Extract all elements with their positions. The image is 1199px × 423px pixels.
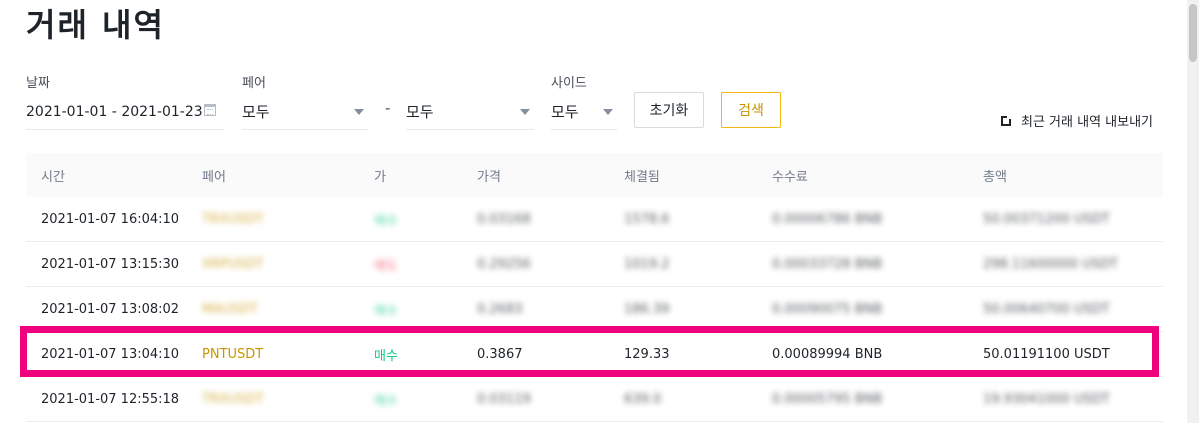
cell-fee: 0.00033728 BNB [772, 256, 883, 272]
trade-history-table: 시간 페어 가 가격 체결됨 수수료 총액 2021-01-07 16:04:1… [26, 153, 1163, 422]
external-link-icon [1001, 112, 1013, 126]
cell-total: 50.00640700 USDT [983, 301, 1110, 317]
cell-time: 2021-01-07 12:55:18 [41, 391, 180, 407]
header-pair[interactable]: 페어 [187, 166, 359, 185]
cell-fee: 0.00005795 BNB [772, 391, 883, 407]
page-title: 거래 내역 [26, 6, 165, 44]
scrollbar-thumb[interactable] [1189, 4, 1197, 62]
table-row-highlighted: 2021-01-07 13:04:10 PNTUSDT 매수 0.3867 12… [26, 332, 1163, 377]
pair-base-select[interactable]: 모두 [242, 94, 368, 130]
table-row: 2021-01-07 12:55:18 TRXUSDT 매수 0.03119 6… [26, 377, 1163, 422]
cell-side: 매수 [374, 348, 398, 364]
date-range-value: 2021-01-01 - 2021-01-23 [26, 103, 203, 120]
cell-pair[interactable]: PNTUSDT [187, 347, 359, 362]
cell-filled: 1578.6 [624, 211, 670, 227]
cell-fee: 0.00006786 BNB [772, 211, 883, 227]
cell-pair[interactable]: TRXUSDT [187, 212, 359, 227]
cell-total: 298.11600000 USDT [983, 256, 1118, 272]
pair-quote-value: 모두 [406, 103, 434, 121]
chevron-down-icon [354, 109, 364, 115]
table-row: 2021-01-07 13:15:30 XRPUSDT 매도 0.29256 1… [26, 242, 1163, 287]
header-side[interactable]: 가 [359, 166, 462, 185]
cell-filled: 1019.2 [624, 256, 670, 272]
side-value: 모두 [551, 103, 579, 121]
cell-total: 50.01191100 USDT [983, 346, 1110, 362]
cell-side: 매수 [374, 393, 398, 409]
date-range-input[interactable]: 2021-01-01 - 2021-01-23 [26, 94, 224, 130]
cell-price: 0.29256 [477, 256, 531, 272]
cell-pair[interactable]: MAUSDT [187, 302, 359, 317]
side-select[interactable]: 모두 [551, 94, 617, 130]
cell-fee: 0.00089994 BNB [772, 346, 883, 362]
cell-time: 2021-01-07 13:08:02 [41, 301, 180, 317]
pair-base-value: 모두 [242, 103, 270, 121]
header-fee[interactable]: 수수료 [757, 166, 968, 185]
cell-total: 19.93041000 USDT [983, 391, 1110, 407]
export-history-label: 최근 거래 내역 내보내기 [1021, 115, 1153, 130]
table-row: 2021-01-07 16:04:10 TRXUSDT 매수 0.03168 1… [26, 197, 1163, 242]
header-time[interactable]: 시간 [26, 166, 187, 185]
cell-pair[interactable]: XRPUSDT [187, 257, 359, 272]
header-filled[interactable]: 체결됨 [609, 166, 757, 185]
scrollbar[interactable] [1187, 0, 1199, 423]
export-history-link[interactable]: 최근 거래 내역 내보내기 [1001, 111, 1153, 130]
chevron-down-icon [520, 109, 530, 115]
side-label: 사이드 [551, 76, 587, 91]
cell-filled: 129.33 [624, 346, 670, 362]
cell-side: 매도 [374, 258, 398, 274]
table-header: 시간 페어 가 가격 체결됨 수수료 총액 [26, 153, 1163, 197]
cell-total: 50.00371200 USDT [983, 211, 1110, 227]
pair-separator: - [385, 99, 391, 117]
cell-time: 2021-01-07 13:04:10 [41, 346, 180, 362]
cell-price: 0.03168 [477, 211, 531, 227]
cell-price: 0.3867 [477, 346, 523, 362]
reset-button[interactable]: 초기화 [634, 92, 704, 128]
cell-filled: 186.39 [624, 301, 670, 317]
cell-pair[interactable]: TRXUSDT [187, 392, 359, 407]
pair-quote-select[interactable]: 모두 [406, 94, 534, 130]
calendar-icon[interactable] [204, 104, 216, 116]
search-button[interactable]: 검색 [721, 92, 781, 128]
header-total[interactable]: 총액 [968, 166, 1163, 185]
cell-fee: 0.00090075 BNB [772, 301, 883, 317]
cell-side: 매수 [374, 213, 398, 229]
chevron-down-icon [603, 109, 613, 115]
cell-time: 2021-01-07 16:04:10 [41, 211, 180, 227]
cell-side: 매수 [374, 303, 398, 319]
table-row: 2021-01-07 13:08:02 MAUSDT 매수 0.2683 186… [26, 287, 1163, 332]
header-price[interactable]: 가격 [462, 166, 609, 185]
cell-price: 0.03119 [477, 391, 531, 407]
cell-price: 0.2683 [477, 301, 523, 317]
pair-label: 페어 [242, 76, 266, 91]
cell-filled: 639.0 [624, 391, 662, 407]
cell-time: 2021-01-07 13:15:30 [41, 256, 180, 272]
date-label: 날짜 [26, 76, 50, 91]
